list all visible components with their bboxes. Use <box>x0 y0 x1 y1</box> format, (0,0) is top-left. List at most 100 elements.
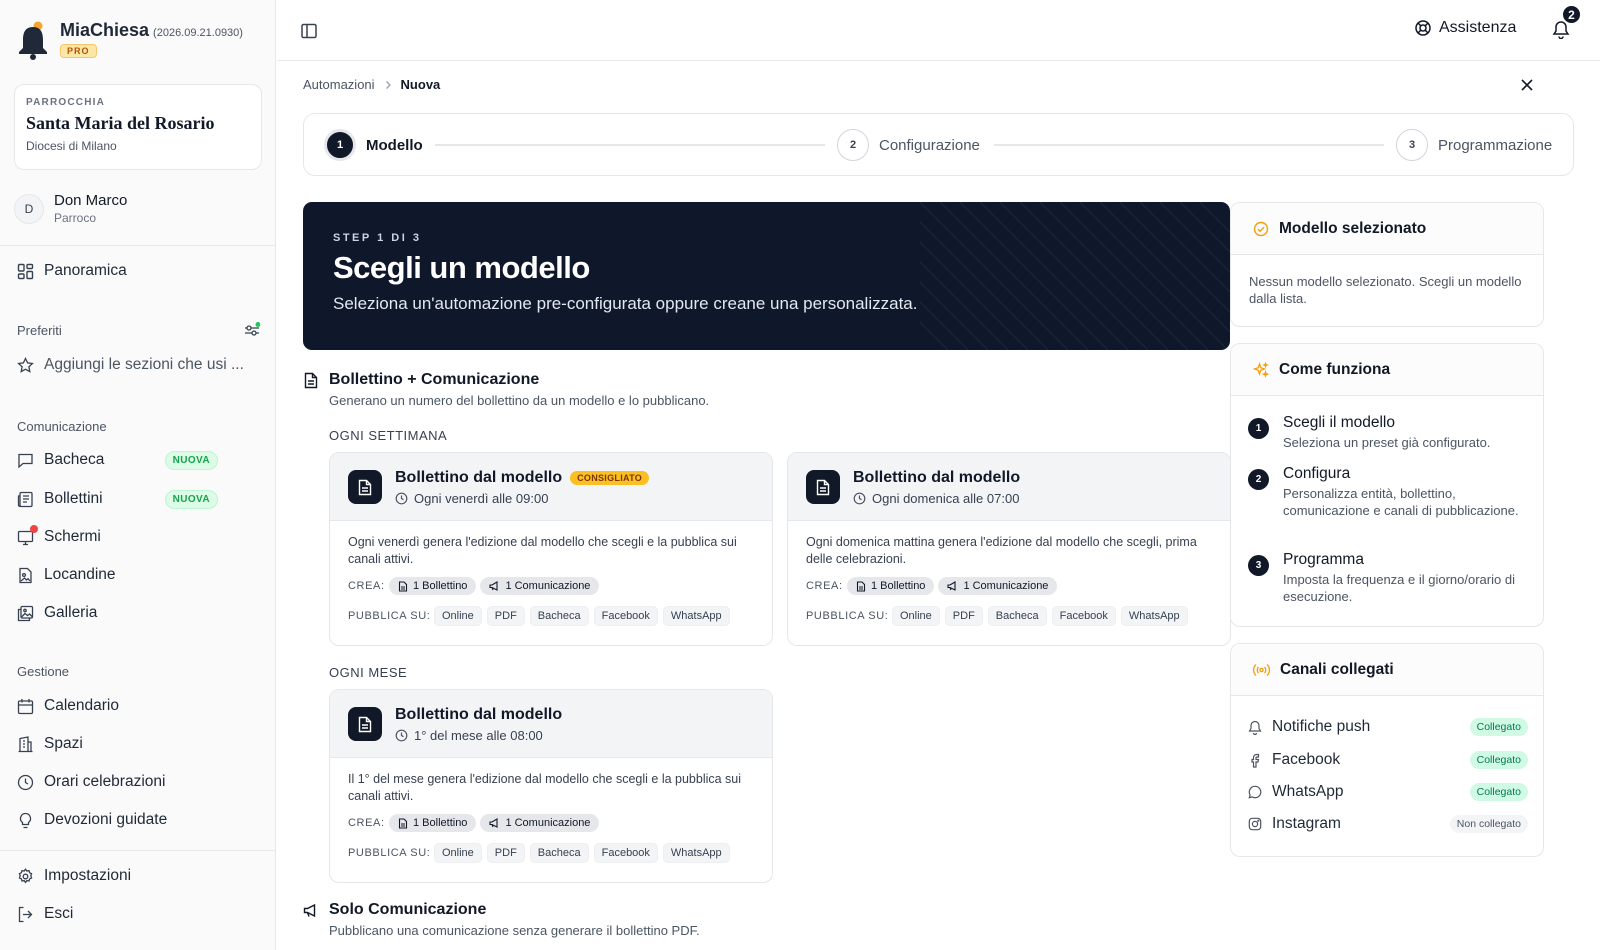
nav-orari[interactable]: Orari celebrazioni <box>17 773 262 791</box>
chip-bollettino: 1 Bollettino <box>847 577 935 595</box>
nav-schermi[interactable]: Schermi <box>17 524 262 546</box>
publishes-label: PUBBLICA SU: <box>348 847 431 859</box>
how-step-desc: Personalizza entità, bollettino, comunic… <box>1283 486 1519 518</box>
notifications-button[interactable]: 2 <box>1552 4 1582 39</box>
chip-text: 1 Comunicazione <box>963 580 1049 592</box>
help-button[interactable]: Assistenza <box>1414 19 1516 37</box>
schedule-text: Ogni domenica alle 07:00 <box>872 491 1020 506</box>
gear-icon <box>17 867 34 885</box>
clock-icon <box>853 492 866 505</box>
channel-chip: WhatsApp <box>662 606 730 626</box>
status-badge: Non collegato <box>1449 815 1528 833</box>
card-title-text: Bollettino dal modello <box>395 706 563 723</box>
sparkles-icon <box>1253 361 1269 378</box>
monitor-icon <box>17 524 38 546</box>
clock-icon <box>395 492 408 505</box>
channel-chip: Online <box>434 843 482 863</box>
step-configurazione[interactable]: 2 Configurazione <box>837 129 980 161</box>
nav-label: Schermi <box>44 528 101 545</box>
app-name: MiaChiesa <box>60 20 150 40</box>
how-step-number: 2 <box>1248 469 1269 490</box>
channel-chip: Bacheca <box>529 843 589 863</box>
how-step-number: 1 <box>1248 418 1269 439</box>
app-version: (2026.09.21.0930) <box>153 27 243 39</box>
nav-label: Spazi <box>44 735 83 752</box>
grid-icon <box>17 263 34 280</box>
document-icon <box>348 470 382 504</box>
user-profile[interactable]: D Don Marco Parroco <box>14 192 127 225</box>
panel-title: Canali collegati <box>1280 660 1394 678</box>
panel-title: Modello selezionato <box>1279 219 1427 237</box>
selected-empty-text: Nessun modello selezionato. Scegli un mo… <box>1249 274 1522 306</box>
document-icon <box>348 707 382 741</box>
chip-bollettino: 1 Bollettino <box>389 814 477 832</box>
clock-icon <box>17 774 34 791</box>
close-icon[interactable] <box>1520 78 1534 92</box>
nav-esci[interactable]: Esci <box>17 905 262 923</box>
template-card[interactable]: Bollettino dal modello Ogni domenica all… <box>787 452 1231 646</box>
new-badge: NUOVA <box>164 450 218 470</box>
group-title: Bollettino + Comunicazione <box>329 371 540 388</box>
nav-overview[interactable]: Panoramica <box>17 262 262 280</box>
nav-galleria[interactable]: Galleria <box>17 604 262 622</box>
card-title-text: Bollettino dal modello <box>853 469 1021 486</box>
chip-text: 1 Comunicazione <box>505 817 591 829</box>
step-connector <box>435 144 825 146</box>
panel-title: Come funziona <box>1279 360 1391 378</box>
parish-name: Santa Maria del Rosario <box>26 113 215 133</box>
step-number: 2 <box>837 129 869 161</box>
channel-row-push[interactable]: Notifiche push Collegato <box>1248 718 1528 736</box>
how-step: 2 Configura Personalizza entità, bolletti… <box>1248 465 1528 519</box>
channel-row-instagram[interactable]: Instagram Non collegato <box>1248 815 1528 833</box>
chip-text: 1 Bollettino <box>871 580 926 592</box>
nav-bollettini[interactable]: Bollettini NUOVA <box>17 489 262 509</box>
how-step-desc: Imposta la frequenza e il giorno/orario … <box>1283 572 1515 604</box>
file-image-icon <box>17 567 34 584</box>
step-modello[interactable]: 1 Modello <box>324 129 423 161</box>
nav-locandine[interactable]: Locandine <box>17 566 262 584</box>
linked-channels-panel: Canali collegati Notifiche push Collegat… <box>1230 643 1544 857</box>
nav-impostazioni[interactable]: Impostazioni <box>17 867 262 885</box>
favorites-settings-icon[interactable] <box>244 322 260 338</box>
template-card[interactable]: Bollettino dal modello CONSIGLIATO Ogni v… <box>329 452 773 646</box>
step-label: Modello <box>366 136 423 154</box>
file-icon <box>856 580 866 592</box>
card-title: Bollettino dal modello <box>395 706 562 724</box>
facebook-icon <box>1248 753 1262 768</box>
status-badge: Collegato <box>1469 751 1528 769</box>
brand[interactable]: MiaChiesa (2026.09.21.0930) PRO <box>16 20 243 60</box>
nav-spazi[interactable]: Spazi <box>17 735 262 753</box>
avatar: D <box>14 193 44 224</box>
newspaper-icon <box>17 491 34 508</box>
publishes-label: PUBBLICA SU: <box>806 610 889 622</box>
nav-bacheca[interactable]: Bacheca NUOVA <box>17 450 262 470</box>
divider <box>0 245 275 246</box>
chip-text: 1 Bollettino <box>413 817 468 829</box>
management-title: Gestione <box>17 664 70 679</box>
parish-card[interactable]: PARROCCHIA Santa Maria del Rosario Dioce… <box>14 84 262 170</box>
sidebar-toggle-icon[interactable] <box>300 22 318 40</box>
new-badge: NUOVA <box>164 489 218 509</box>
card-description: Ogni venerdì genera l'edizione dal model… <box>348 535 737 566</box>
step-programmazione[interactable]: 3 Programmazione <box>1396 129 1552 161</box>
whatsapp-icon <box>1248 785 1262 799</box>
nav-calendario[interactable]: Calendario <box>17 697 262 715</box>
creates-label: CREA: <box>348 580 385 592</box>
how-step-title: Scegli il modello <box>1283 414 1395 431</box>
how-step-desc: Seleziona un preset già configurato. <box>1283 435 1491 450</box>
nav-devozioni[interactable]: Devozioni guidate <box>17 811 262 829</box>
chip-comunicazione: 1 Comunicazione <box>480 577 600 595</box>
card-title-text: Bollettino dal modello <box>395 469 563 486</box>
breadcrumb-parent[interactable]: Automazioni <box>303 77 375 92</box>
step-connector <box>994 144 1384 146</box>
channel-chip: PDF <box>486 606 525 626</box>
star-icon <box>17 356 34 374</box>
file-icon <box>398 817 408 829</box>
channel-row-whatsapp[interactable]: WhatsApp Collegato <box>1248 783 1528 801</box>
channel-row-facebook[interactable]: Facebook Collegato <box>1248 751 1528 769</box>
help-label: Assistenza <box>1439 19 1517 36</box>
favorites-add[interactable]: Aggiungi le sezioni che usi ... <box>17 356 262 374</box>
template-card[interactable]: Bollettino dal modello 1° del mese alle … <box>329 689 773 883</box>
channel-chip: Facebook <box>593 606 658 626</box>
nav-label: Bollettini <box>44 490 103 507</box>
